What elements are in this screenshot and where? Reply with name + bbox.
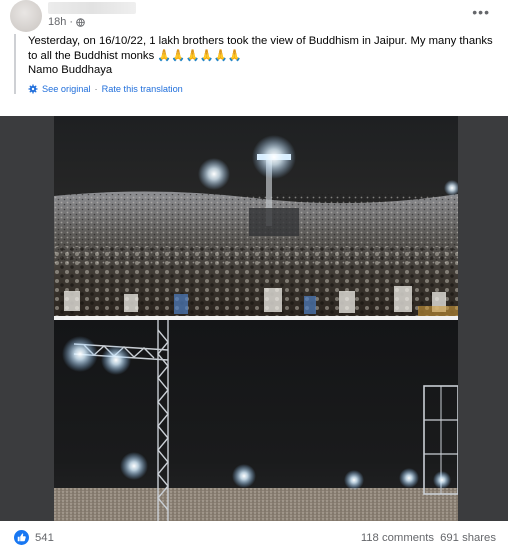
- crowd-photo-bottom: [54, 320, 458, 521]
- author-name-blurred[interactable]: [48, 2, 136, 14]
- like-icon: [14, 530, 29, 545]
- globe-icon: [76, 17, 85, 27]
- post-text-line-1: Yesterday, on 16/10/22, 1 lakh brothers …: [28, 35, 493, 47]
- more-options-button[interactable]: •••: [472, 5, 490, 19]
- crowd-photo-top: [54, 116, 458, 316]
- see-original-link[interactable]: See original: [42, 84, 91, 94]
- translate-gear-icon: [28, 84, 38, 93]
- engagement-counts: 118 comments 691 shares: [361, 532, 496, 544]
- rate-translation-link[interactable]: Rate this translation: [102, 84, 183, 94]
- reactions-summary[interactable]: 541: [14, 530, 54, 545]
- comments-count-link[interactable]: 118 comments: [361, 532, 434, 544]
- post-timestamp[interactable]: 18h: [48, 16, 66, 28]
- separator-dot: ·: [69, 16, 74, 28]
- post-meta: 18h ·: [48, 16, 85, 28]
- translation-separator: ·: [94, 83, 98, 94]
- post-text: Yesterday, on 16/10/22, 1 lakh brothers …: [14, 34, 498, 94]
- shares-count-link[interactable]: 691 shares: [440, 532, 496, 544]
- post-text-line-2: to all the Buddhist monks 🙏🙏🙏🙏🙏🙏: [28, 49, 242, 62]
- post-text-line-3: Namo Buddhaya: [28, 64, 113, 76]
- photo-frame: [0, 116, 508, 521]
- facebook-post: 18h · ••• Yesterday, on 16/10/22, 1 lakh…: [0, 0, 508, 554]
- avatar[interactable]: [10, 0, 42, 32]
- post-footer: 541 118 comments 691 shares: [0, 521, 508, 554]
- translation-bar: See original · Rate this translation: [28, 84, 498, 94]
- post-photo[interactable]: [54, 116, 458, 521]
- reaction-count[interactable]: 541: [35, 532, 54, 544]
